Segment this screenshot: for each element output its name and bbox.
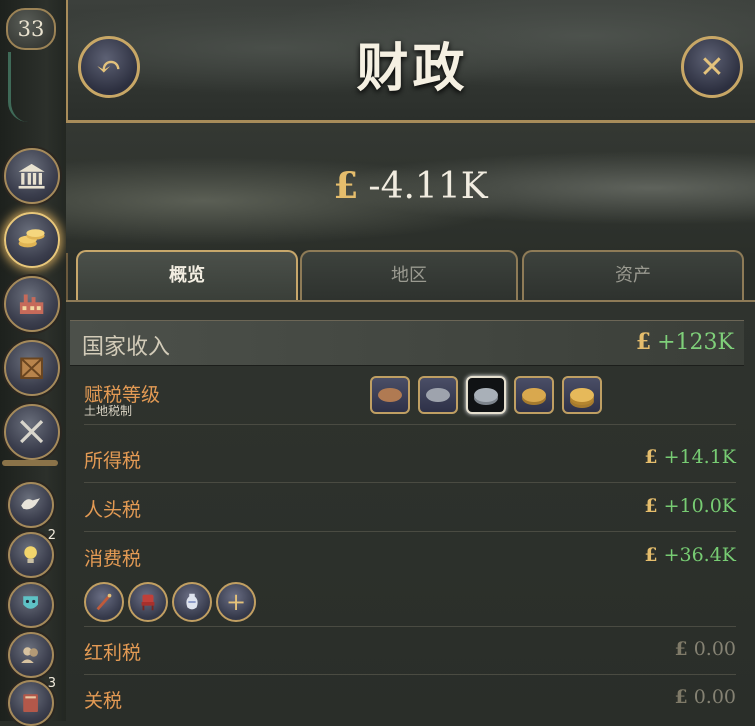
consumption-tax-row[interactable]: 消费税 £ +36.4K xyxy=(84,534,736,580)
national-income-label: 国家收入 xyxy=(82,335,171,360)
income-tax-value: £ +14.1K xyxy=(644,446,736,468)
pound-icon: £ xyxy=(644,495,658,517)
tab-assets[interactable]: 资产 xyxy=(522,250,744,300)
close-button[interactable]: ✕ xyxy=(681,36,743,98)
tax-coin-icon xyxy=(426,388,450,402)
tariff-row[interactable]: 关税 £0.00 xyxy=(84,676,736,722)
military-icon[interactable] xyxy=(4,404,60,460)
overview-content: 国家收入 £ +123K 赋税等级 土地税制 所得税 £ +14.1K 人头税 … xyxy=(66,302,755,721)
tariff-label: 关税 xyxy=(84,690,123,712)
pound-icon: £ xyxy=(644,446,658,468)
journal-icon[interactable]: 3 xyxy=(8,676,56,726)
tax-level-very-low-button[interactable] xyxy=(370,376,410,414)
pound-icon: £ xyxy=(644,544,658,566)
pound-icon: £ xyxy=(635,329,652,355)
tariff-amount: 0.00 xyxy=(693,686,736,708)
dividend-tax-value: £0.00 xyxy=(674,638,736,660)
poll-tax-value: £ +10.0K xyxy=(644,495,736,517)
date-badge: 33 xyxy=(6,8,56,50)
sidebar-separator xyxy=(2,460,58,466)
tax-level-medium-button[interactable] xyxy=(466,376,506,414)
pound-icon: £ xyxy=(333,165,359,207)
tab-regions[interactable]: 地区 xyxy=(300,250,518,300)
treasury-value: -4.11K xyxy=(368,166,488,207)
tech-icon[interactable]: 2 xyxy=(8,528,56,578)
tax-coin-icon xyxy=(570,388,594,402)
tax-level-low-button[interactable] xyxy=(418,376,458,414)
left-sidebar: 33 2 3 xyxy=(0,0,68,726)
culture-icon[interactable] xyxy=(8,582,54,628)
tariff-value: £0.00 xyxy=(674,686,736,708)
dividend-tax-row[interactable]: 红利税 £0.00 xyxy=(84,628,736,675)
pound-icon: £ xyxy=(674,638,688,660)
poll-tax-label: 人头税 xyxy=(84,499,142,521)
musket-icon[interactable] xyxy=(84,582,124,622)
tax-coin-icon xyxy=(378,388,402,402)
vine-decoration xyxy=(8,52,29,122)
add-icon[interactable]: + xyxy=(216,582,256,622)
population-icon[interactable] xyxy=(8,632,54,678)
national-income-header[interactable]: 国家收入 £ +123K xyxy=(70,320,744,366)
page-title: 财政 xyxy=(356,38,469,99)
treasury-banner: £ -4.11K xyxy=(66,123,755,253)
income-tax-row[interactable]: 所得税 £ +14.1K xyxy=(84,436,736,483)
market-icon[interactable] xyxy=(4,340,60,396)
tab-overview[interactable]: 概览 xyxy=(76,250,298,300)
journal-notification-count: 3 xyxy=(47,676,56,691)
panel-header: ↶ 财政 ✕ xyxy=(66,0,755,123)
poll-tax-row[interactable]: 人头税 £ +10.0K xyxy=(84,485,736,532)
dividend-tax-amount: 0.00 xyxy=(693,638,736,660)
tax-level-high-button[interactable] xyxy=(514,376,554,414)
pound-icon: £ xyxy=(674,686,688,708)
consumption-tax-amount: +36.4K xyxy=(663,544,736,566)
tax-level-very-high-button[interactable] xyxy=(562,376,602,414)
national-income-amount: +123K xyxy=(657,330,734,355)
furniture-icon[interactable] xyxy=(128,582,168,622)
close-icon: ✕ xyxy=(699,49,725,85)
tax-level-row: 赋税等级 土地税制 xyxy=(84,370,736,425)
porcelain-icon[interactable] xyxy=(172,582,212,622)
income-tax-amount: +14.1K xyxy=(663,446,736,468)
tech-notification-count: 2 xyxy=(47,528,56,543)
tax-system-label: 土地税制 xyxy=(84,404,133,418)
industry-icon[interactable] xyxy=(4,276,60,332)
government-icon[interactable] xyxy=(4,148,60,204)
tax-coin-icon xyxy=(522,388,546,402)
income-tax-label: 所得税 xyxy=(84,450,142,472)
tab-bar: 概览 地区 资产 xyxy=(76,250,744,302)
treasury-icon[interactable] xyxy=(4,212,60,268)
row-divider xyxy=(84,626,736,627)
tax-coin-icon xyxy=(474,388,498,402)
treasury-balance: £ -4.11K xyxy=(66,165,755,207)
consumption-tax-value: £ +36.4K xyxy=(644,544,736,566)
diplomacy-icon[interactable] xyxy=(8,482,54,528)
consumption-tax-label: 消费税 xyxy=(84,548,142,570)
national-income-value: £ +123K xyxy=(636,329,734,355)
poll-tax-amount: +10.0K xyxy=(663,495,736,517)
dividend-tax-label: 红利税 xyxy=(84,642,142,664)
